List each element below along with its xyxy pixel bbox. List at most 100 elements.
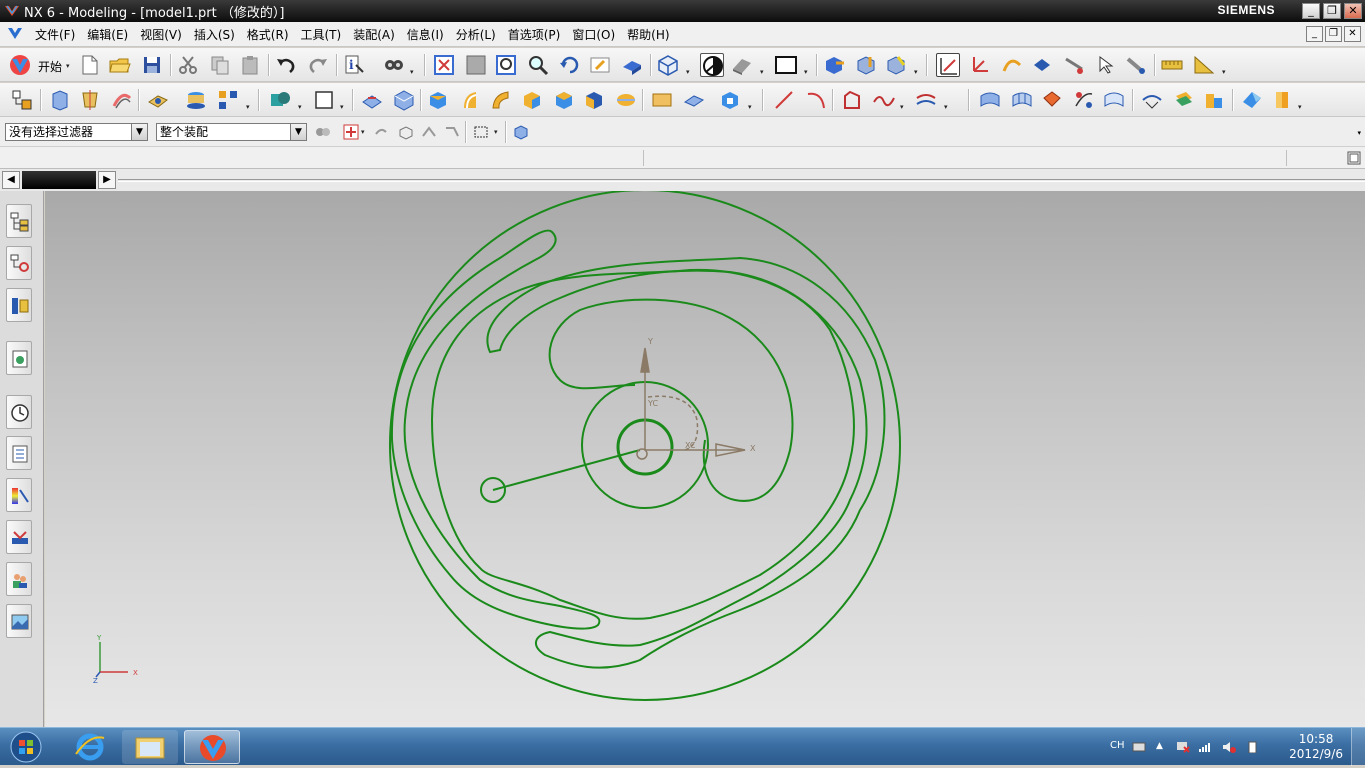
select-icon[interactable]: [1094, 53, 1118, 77]
constraint-navigator-tab[interactable]: [6, 246, 32, 280]
history-tab[interactable]: [6, 395, 32, 429]
menu-assemblies[interactable]: 装配(A): [347, 26, 401, 43]
view-iso-icon[interactable]: [884, 53, 908, 77]
system-scenes-tab[interactable]: [6, 604, 32, 638]
through-curves-icon[interactable]: [1010, 88, 1034, 112]
select-all-icon[interactable]: [513, 124, 529, 140]
palettes-tab[interactable]: [6, 478, 32, 512]
text-feature-icon[interactable]: [682, 88, 706, 112]
trim-sheet-icon[interactable]: [1240, 88, 1264, 112]
offset-curve-icon[interactable]: [914, 88, 938, 112]
minimize-button[interactable]: _: [1302, 3, 1320, 19]
maximize-graphics-icon[interactable]: [1347, 151, 1361, 165]
shaded-display-icon[interactable]: [700, 53, 724, 77]
chamfer-icon[interactable]: [392, 88, 416, 112]
hole-icon[interactable]: [146, 88, 170, 112]
undo-icon[interactable]: [274, 53, 298, 77]
rotate-icon[interactable]: [558, 53, 582, 77]
menu-window[interactable]: 窗口(O): [566, 26, 621, 43]
patch-icon[interactable]: [1202, 88, 1226, 112]
copy-icon[interactable]: [208, 53, 232, 77]
process-studio-tab[interactable]: [6, 520, 32, 554]
cylinder-icon[interactable]: [650, 88, 674, 112]
roles-tab[interactable]: [6, 562, 32, 596]
network-error-icon[interactable]: [1176, 741, 1190, 753]
assembly-navigator-icon[interactable]: [10, 88, 34, 112]
measure-distance-icon[interactable]: [1160, 53, 1184, 77]
face-rule-icon[interactable]: [444, 124, 460, 140]
redo-icon[interactable]: [306, 53, 330, 77]
extrude-icon[interactable]: [48, 88, 72, 112]
zoom-icon[interactable]: [526, 53, 550, 77]
rectangle-select-icon[interactable]: [473, 124, 489, 140]
offset-face-icon[interactable]: [552, 88, 576, 112]
menu-insert[interactable]: 插入(S): [188, 26, 241, 43]
start-icon[interactable]: [8, 53, 32, 77]
paste-icon[interactable]: [238, 53, 262, 77]
zoom-area-icon[interactable]: [494, 53, 518, 77]
edge-blend-icon[interactable]: [360, 88, 384, 112]
point-icon[interactable]: [1062, 53, 1086, 77]
save-icon[interactable]: [140, 53, 164, 77]
sweep-icon[interactable]: [110, 88, 134, 112]
shell-icon[interactable]: [458, 88, 482, 112]
spline-icon[interactable]: [872, 88, 896, 112]
revolve-icon[interactable]: [78, 88, 102, 112]
orient-view-icon[interactable]: [656, 53, 680, 77]
arrow-icon[interactable]: [373, 124, 389, 140]
sketch-icon[interactable]: [936, 53, 960, 77]
menu-format[interactable]: 格式(R): [241, 26, 295, 43]
system-materials-tab[interactable]: [6, 436, 32, 470]
curve-rule-icon[interactable]: [421, 124, 437, 140]
maximize-button[interactable]: ❐: [1323, 3, 1341, 19]
menu-preferences[interactable]: 首选项(P): [502, 26, 567, 43]
new-file-icon[interactable]: [78, 53, 102, 77]
orthographic-icon[interactable]: [822, 53, 846, 77]
volume-muted-icon[interactable]: [1222, 741, 1236, 753]
pan-icon[interactable]: [588, 53, 612, 77]
taskbar-explorer[interactable]: [122, 730, 178, 764]
zoom-window-icon[interactable]: [464, 53, 488, 77]
arc-icon[interactable]: [804, 88, 828, 112]
assembly-navigator-tab[interactable]: [6, 204, 32, 238]
curve-icon[interactable]: [1000, 53, 1024, 77]
signal-icon[interactable]: [1198, 741, 1212, 753]
close-button[interactable]: ✕: [1344, 3, 1362, 19]
trim-body-icon[interactable]: [312, 88, 336, 112]
doc-restore-button[interactable]: ❐: [1325, 26, 1342, 42]
start-button[interactable]: 开始: [38, 58, 62, 75]
edit-object-icon[interactable]: [1124, 53, 1148, 77]
menu-file[interactable]: 文件(F): [29, 26, 81, 43]
display-color-icon[interactable]: [774, 53, 798, 77]
type-filter-select[interactable]: 没有选择过滤器 ▼: [5, 123, 148, 141]
polygon-icon[interactable]: [840, 88, 864, 112]
perspective-icon[interactable]: [620, 53, 644, 77]
measure-angle-icon[interactable]: [1192, 53, 1216, 77]
menu-analysis[interactable]: 分析(L): [450, 26, 502, 43]
curve-analysis-icon[interactable]: [1140, 88, 1164, 112]
menu-information[interactable]: 信息(I): [401, 26, 450, 43]
doc-close-button[interactable]: ✕: [1344, 26, 1361, 42]
show-desktop-button[interactable]: [1351, 728, 1365, 766]
surface-icon[interactable]: [978, 88, 1002, 112]
snap-icon[interactable]: [1030, 53, 1054, 77]
keyboard-icon[interactable]: [1132, 741, 1146, 753]
assembly-filter-icon[interactable]: [315, 124, 331, 140]
part-window-icon[interactable]: [7, 27, 23, 41]
doc-minimize-button[interactable]: _: [1306, 26, 1323, 42]
fit-view-icon[interactable]: [432, 53, 456, 77]
information-icon[interactable]: i: [342, 53, 366, 77]
windows-start-orb-icon[interactable]: [6, 730, 46, 764]
selection-scope-select[interactable]: 整个装配 ▼: [156, 123, 307, 141]
line-icon[interactable]: [772, 88, 796, 112]
part-tab[interactable]: [22, 171, 96, 189]
battery-icon[interactable]: [1246, 741, 1260, 753]
extend-sheet-icon[interactable]: [1270, 88, 1294, 112]
pattern-icon[interactable]: [216, 88, 240, 112]
scale-body-icon[interactable]: [582, 88, 606, 112]
tab-scroll-right-button[interactable]: ▶: [98, 171, 116, 189]
tab-scroll-left-button[interactable]: ◀: [2, 171, 20, 189]
language-indicator[interactable]: CH: [1110, 740, 1125, 751]
datum-csys-icon[interactable]: [968, 53, 992, 77]
extract-geometry-icon[interactable]: [718, 88, 742, 112]
